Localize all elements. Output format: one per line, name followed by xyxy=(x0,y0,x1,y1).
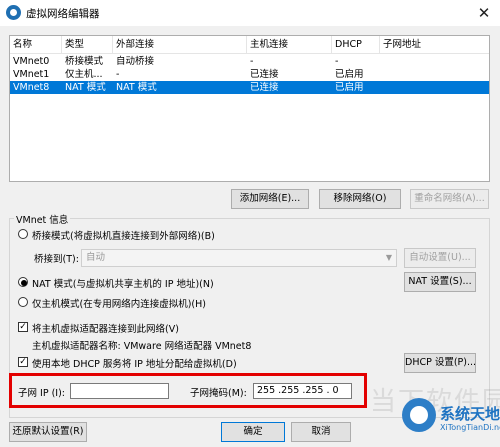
network-table[interactable]: 名称 类型 外部连接 主机连接 DHCP 子网地址 VMnet0 桥接模式 自动… xyxy=(9,35,490,182)
table-row-selected[interactable]: VMnet8 NAT 模式 NAT 模式 已连接 已启用 xyxy=(10,81,489,94)
bridged-radio[interactable] xyxy=(18,229,28,239)
cell-dhcp: 已启用 xyxy=(335,82,364,93)
nat-radio[interactable] xyxy=(18,277,28,287)
table-row[interactable]: VMnet0 桥接模式 自动桥接 - - xyxy=(10,55,489,68)
vmnet-info-title: VMnet 信息 xyxy=(14,212,71,226)
bridged-to-value: 自动 xyxy=(86,252,106,263)
ok-button[interactable]: 确定 xyxy=(221,422,285,442)
cell-subnet xyxy=(380,68,489,81)
auto-settings-button[interactable]: 自动设置(U)... xyxy=(404,248,476,268)
cell-host: - xyxy=(250,56,254,67)
subnet-mask-label: 子网掩码(M): xyxy=(190,388,247,399)
column-header-external[interactable]: 外部连接 xyxy=(113,36,247,54)
cell-external: - xyxy=(116,69,120,80)
window-title: 虚拟网络编辑器 xyxy=(26,8,100,20)
cell-type: 桥接模式 xyxy=(65,56,104,67)
site-logo-text: 系统天地 xyxy=(440,405,500,423)
bridged-to-label: 桥接到(T): xyxy=(34,254,79,265)
cell-subnet xyxy=(380,55,489,68)
chevron-down-icon: ▼ xyxy=(385,253,392,262)
cell-name: VMnet8 xyxy=(13,82,50,93)
add-network-button[interactable]: 添加网络(E)... xyxy=(231,189,309,209)
dhcp-settings-button[interactable]: DHCP 设置(P)... xyxy=(404,353,476,373)
site-logo-icon xyxy=(402,398,436,432)
column-header-dhcp[interactable]: DHCP xyxy=(332,36,380,54)
cell-dhcp: - xyxy=(335,56,339,67)
cancel-button[interactable]: 取消 xyxy=(291,422,351,442)
column-header-name[interactable]: 名称 xyxy=(10,36,62,54)
hostonly-label: 仅主机模式(在专用网络内连接虚拟机)(H) xyxy=(32,299,206,310)
cell-host: 已连接 xyxy=(250,82,279,93)
column-header-subnet[interactable]: 子网地址 xyxy=(380,36,489,54)
subnet-ip-label: 子网 IP (I): xyxy=(18,388,65,399)
cell-type: 仅主机... xyxy=(65,69,103,80)
restore-defaults-button[interactable]: 还原默认设置(R) xyxy=(9,422,87,442)
connect-adapter-checkbox[interactable]: ✓ xyxy=(18,322,28,332)
site-logo-url: XiTongTianDi.net xyxy=(440,423,500,432)
bridged-to-select[interactable]: 自动 ▼ xyxy=(81,249,397,267)
cell-dhcp: 已启用 xyxy=(335,69,364,80)
table-row[interactable]: VMnet1 仅主机... - 已连接 已启用 xyxy=(10,68,489,81)
column-header-type[interactable]: 类型 xyxy=(62,36,113,54)
cell-host: 已连接 xyxy=(250,69,279,80)
hostonly-radio[interactable] xyxy=(18,297,28,307)
cell-type: NAT 模式 xyxy=(65,82,106,93)
close-icon[interactable]: ✕ xyxy=(472,3,496,23)
cell-external: NAT 模式 xyxy=(116,82,157,93)
cell-external: 自动桥接 xyxy=(116,56,155,67)
rename-network-button[interactable]: 重命名网络(A)... xyxy=(410,189,489,209)
dhcp-checkbox[interactable]: ✓ xyxy=(18,357,28,367)
column-header-host[interactable]: 主机连接 xyxy=(247,36,332,54)
cell-name: VMnet0 xyxy=(13,56,50,67)
subnet-ip-input[interactable] xyxy=(70,383,169,399)
dhcp-label: 使用本地 DHCP 服务将 IP 地址分配给虚拟机(D) xyxy=(32,359,237,370)
nat-label: NAT 模式(与虚拟机共享主机的 IP 地址)(N) xyxy=(32,279,214,290)
bridged-label: 桥接模式(将虚拟机直接连接到外部网络)(B) xyxy=(32,231,215,242)
nat-settings-button[interactable]: NAT 设置(S)... xyxy=(404,272,476,292)
subnet-mask-input[interactable]: 255 .255 .255 . 0 xyxy=(253,383,352,399)
adapter-name-text: 主机虚拟适配器名称: VMware 网络适配器 VMnet8 xyxy=(32,341,252,352)
vmware-app-icon xyxy=(6,5,21,20)
cell-name: VMnet1 xyxy=(13,69,50,80)
remove-network-button[interactable]: 移除网络(O) xyxy=(319,189,401,209)
connect-adapter-label: 将主机虚拟适配器连接到此网络(V) xyxy=(32,324,179,335)
cell-subnet xyxy=(380,81,489,94)
